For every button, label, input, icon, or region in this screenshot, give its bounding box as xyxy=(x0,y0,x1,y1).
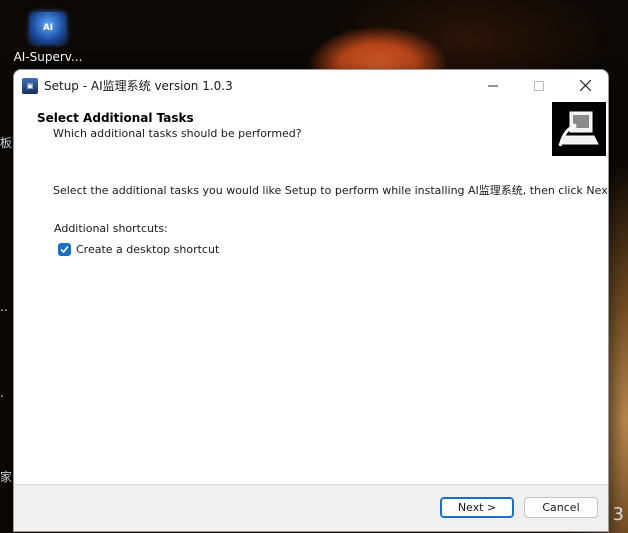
maximize-icon xyxy=(534,80,544,91)
maximize-button[interactable] xyxy=(516,70,562,101)
desktop-edge-mark: 3 xyxy=(612,504,624,525)
ai-app-icon-text: AI xyxy=(42,23,54,33)
wizard-header: Select Additional Tasks Which additional… xyxy=(14,101,608,161)
desktop-shortcut-ai-supervisor[interactable]: AI AI-Superv... xyxy=(10,12,86,64)
desktop-edge-text: . xyxy=(0,386,4,400)
close-icon xyxy=(579,80,591,91)
wizard-body: Select the additional tasks you would li… xyxy=(14,162,608,499)
desktop-edge-text: 家 xyxy=(0,470,13,484)
page-title: Select Additional Tasks xyxy=(37,111,194,125)
title-bar[interactable]: ▣ Setup - AI监理系统 version 1.0.3 xyxy=(14,70,608,101)
minimize-icon xyxy=(488,85,498,86)
shortcuts-group-label: Additional shortcuts: xyxy=(54,222,168,235)
checkmark-icon xyxy=(60,245,69,254)
wizard-footer: Next > Cancel xyxy=(14,484,608,531)
setup-window: ▣ Setup - AI监理系统 version 1.0.3 Select Ad… xyxy=(13,69,609,532)
close-button[interactable] xyxy=(562,70,608,101)
desktop-shortcut-label[interactable]: Create a desktop shortcut xyxy=(76,243,219,256)
desktop-edge-text: 板 xyxy=(0,136,13,150)
minimize-button[interactable] xyxy=(470,70,516,101)
desktop-edge-text: .. xyxy=(0,300,8,314)
cancel-button[interactable]: Cancel xyxy=(524,497,598,518)
computer-install-icon xyxy=(552,102,606,156)
page-subtitle: Which additional tasks should be perform… xyxy=(53,127,302,140)
window-controls xyxy=(470,70,608,101)
next-button[interactable]: Next > xyxy=(440,497,514,518)
ai-app-icon: AI xyxy=(30,12,66,44)
window-title: Setup - AI监理系统 version 1.0.3 xyxy=(44,79,233,93)
instruction-text: Select the additional tasks you would li… xyxy=(53,184,609,197)
desktop-icon-label: AI-Superv... xyxy=(13,50,83,64)
setup-app-icon: ▣ xyxy=(22,77,38,94)
task-desktop-shortcut[interactable]: Create a desktop shortcut xyxy=(58,243,219,256)
desktop-shortcut-checkbox[interactable] xyxy=(58,243,71,256)
